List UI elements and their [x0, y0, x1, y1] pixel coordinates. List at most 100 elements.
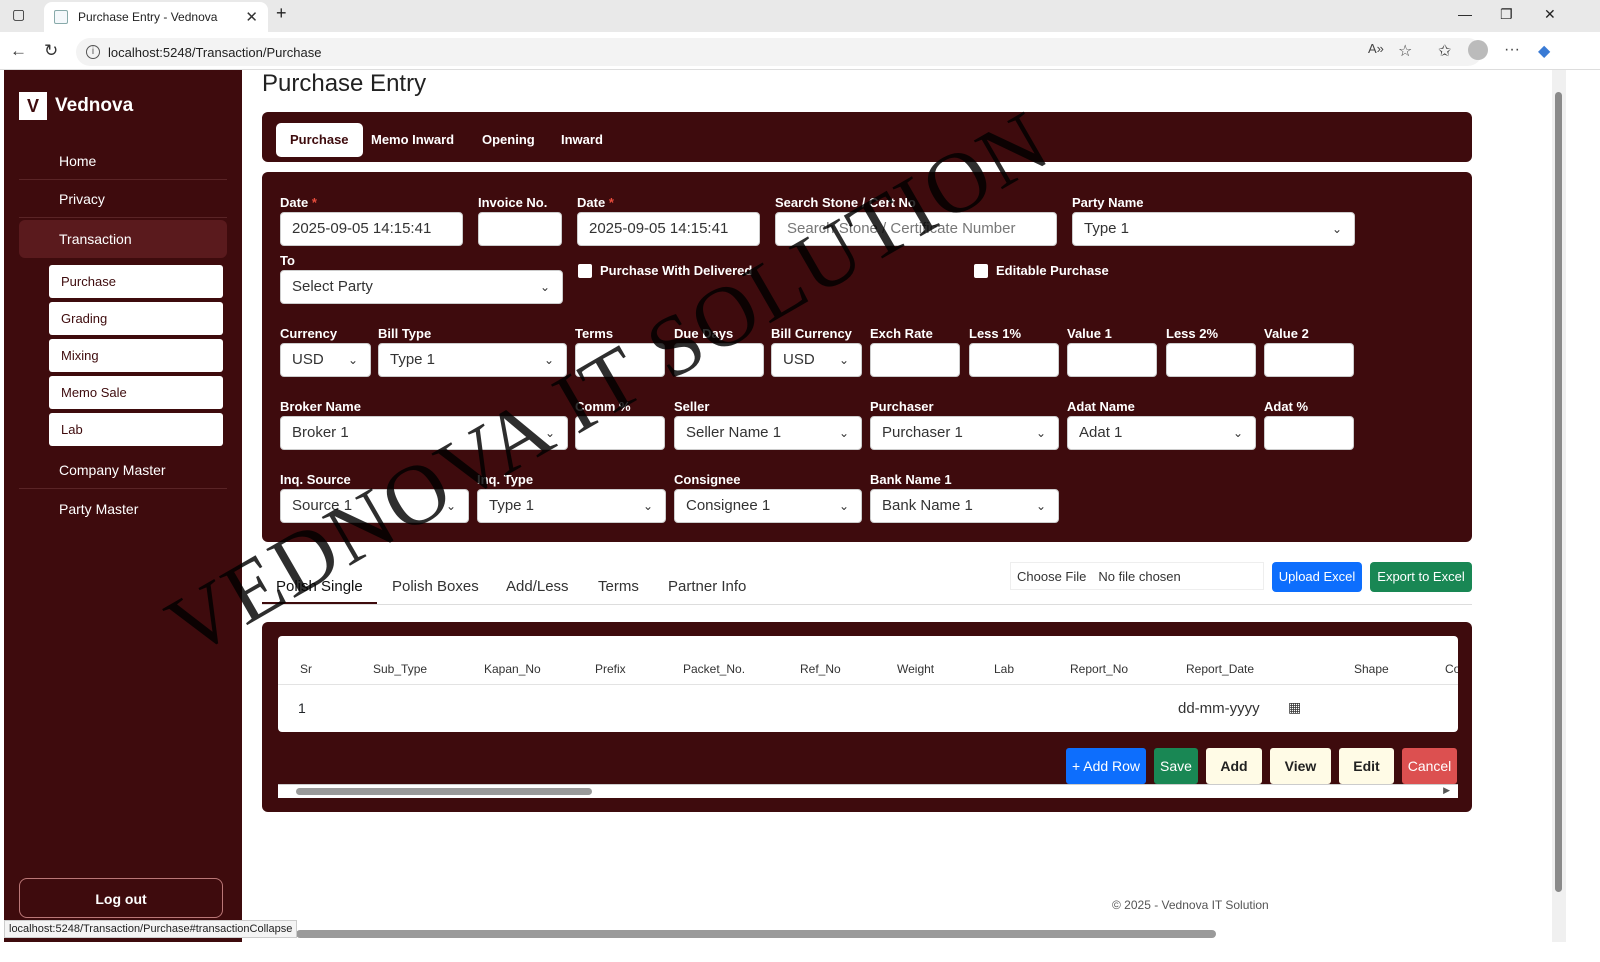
logout-button[interactable]: Log out [19, 878, 223, 918]
seller-select[interactable]: Seller Name 1 ⌄ [674, 416, 862, 450]
tab-opening[interactable]: Opening [468, 123, 549, 157]
profile-avatar[interactable] [1468, 40, 1488, 60]
tab-inward[interactable]: Inward [547, 123, 617, 157]
currency-select[interactable]: USD ⌄ [280, 343, 371, 377]
invoice-input[interactable] [478, 212, 562, 246]
tab-partner-info[interactable]: Partner Info [668, 578, 746, 595]
copilot-icon[interactable]: ◆ [1538, 41, 1550, 61]
consignee-select[interactable]: Consignee 1 ⌄ [674, 489, 862, 523]
broker-select[interactable]: Broker 1 ⌄ [280, 416, 568, 450]
date-input[interactable]: 2025-09-05 14:15:41 [280, 212, 463, 246]
inq-source-label: Inq. Source [280, 472, 351, 487]
export-excel-button[interactable]: Export to Excel [1370, 562, 1472, 592]
bank-select[interactable]: Bank Name 1 ⌄ [870, 489, 1059, 523]
value2-input[interactable] [1264, 343, 1354, 377]
close-tab-icon[interactable]: ✕ [245, 8, 258, 26]
back-icon[interactable]: ← [10, 41, 27, 61]
chevron-down-icon: ⌄ [544, 426, 555, 440]
browser-tab[interactable]: Purchase Entry - Vednova ✕ [44, 2, 268, 32]
inq-type-value: Type 1 [489, 497, 535, 514]
bill-currency-select[interactable]: USD ⌄ [771, 343, 862, 377]
sidebar-item-privacy[interactable]: Privacy [19, 180, 227, 218]
tab-actions-icon[interactable]: ▢ [12, 6, 25, 23]
terms-input[interactable] [575, 343, 665, 377]
less2-input[interactable] [1166, 343, 1256, 377]
sidebar-subitem-lab[interactable]: Lab [49, 413, 223, 446]
inq-source-select[interactable]: Source 1 ⌄ [280, 489, 469, 523]
sidebar-item-home[interactable]: Home [19, 142, 227, 180]
exch-rate-input[interactable] [870, 343, 960, 377]
upload-excel-button[interactable]: Upload Excel [1272, 562, 1362, 592]
sidebar-subitem-grading[interactable]: Grading [49, 302, 223, 335]
file-input[interactable]: Choose File No file chosen [1010, 562, 1264, 590]
tab-polish-boxes[interactable]: Polish Boxes [392, 578, 479, 595]
sidebar-item-transaction[interactable]: Transaction [19, 220, 227, 258]
required-mark: * [608, 195, 614, 210]
sidebar-subitem-mixing[interactable]: Mixing [49, 339, 223, 372]
bill-currency-label: Bill Currency [771, 326, 852, 341]
party-name-select[interactable]: Type 1 ⌄ [1072, 212, 1355, 246]
table-scroll-thumb[interactable] [296, 788, 592, 795]
less1-input[interactable] [969, 343, 1059, 377]
tab-memo-inward[interactable]: Memo Inward [357, 123, 468, 157]
more-icon[interactable]: ··· [1504, 41, 1520, 59]
restore-icon[interactable]: ❐ [1500, 6, 1513, 23]
broker-label: Broker Name [280, 399, 361, 414]
inq-type-select[interactable]: Type 1 ⌄ [477, 489, 666, 523]
close-window-icon[interactable]: ✕ [1544, 6, 1556, 23]
adat-pct-label: Adat % [1264, 399, 1309, 414]
purchase-delivered-checkbox[interactable] [578, 264, 592, 278]
site-info-icon[interactable]: i [86, 45, 100, 59]
edit-button[interactable]: Edit [1339, 748, 1394, 784]
date2-input[interactable]: 2025-09-05 14:15:41 [577, 212, 760, 246]
sidebar-subitem-memo-sale[interactable]: Memo Sale [49, 376, 223, 409]
new-tab-icon[interactable]: + [276, 3, 287, 24]
due-days-input[interactable] [674, 343, 764, 377]
add-button[interactable]: Add [1206, 748, 1262, 784]
purchaser-select[interactable]: Purchaser 1 ⌄ [870, 416, 1059, 450]
choose-file-button[interactable]: Choose File [1011, 569, 1098, 584]
brand[interactable]: V Vednova [19, 92, 133, 120]
add-row-button[interactable]: + Add Row [1066, 748, 1146, 784]
minimize-icon[interactable]: — [1458, 6, 1472, 22]
chevron-down-icon: ⌄ [1232, 426, 1243, 440]
sidebar-subitem-purchase[interactable]: Purchase [49, 265, 223, 298]
page-horizontal-scroll-thumb[interactable] [296, 930, 1216, 938]
refresh-icon[interactable]: ↻ [44, 41, 58, 61]
adat-pct-input[interactable] [1264, 416, 1354, 450]
adat-name-select[interactable]: Adat 1 ⌄ [1067, 416, 1256, 450]
table-horizontal-scrollbar[interactable]: ▶ [278, 784, 1458, 798]
consignee-value: Consignee 1 [686, 497, 771, 514]
report-date-input[interactable]: dd-mm-yyyy [1178, 700, 1260, 717]
adat-name-value: Adat 1 [1079, 424, 1123, 441]
chevron-down-icon: ⌄ [838, 499, 849, 513]
scroll-right-icon[interactable]: ▶ [1443, 785, 1450, 796]
to-party-select[interactable]: Select Party ⌄ [280, 270, 563, 304]
col-sub-type: Sub_Type [373, 662, 428, 676]
consignee-label: Consignee [674, 472, 741, 487]
tab-purchase[interactable]: Purchase [276, 123, 363, 157]
calendar-icon[interactable]: ▦ [1288, 699, 1301, 716]
date-label: Date * [280, 195, 317, 210]
tab-terms[interactable]: Terms [598, 578, 639, 595]
favorite-star-icon[interactable]: ☆ [1398, 41, 1412, 61]
sidebar-item-company-master[interactable]: Company Master [19, 451, 227, 489]
comm-input[interactable] [575, 416, 665, 450]
view-button[interactable]: View [1270, 748, 1331, 784]
to-label: To [280, 253, 295, 268]
read-aloud-icon[interactable]: A» [1368, 41, 1384, 56]
sidebar-item-party-master[interactable]: Party Master [19, 490, 227, 528]
page-scroll-thumb[interactable] [1555, 92, 1562, 892]
url-field[interactable]: i localhost:5248/Transaction/Purchase [76, 38, 1482, 66]
bill-type-select[interactable]: Type 1 ⌄ [378, 343, 567, 377]
tab-add-less[interactable]: Add/Less [506, 578, 569, 595]
editable-purchase-checkbox[interactable] [974, 264, 988, 278]
cancel-button[interactable]: Cancel [1402, 748, 1457, 784]
page-vertical-scrollbar[interactable] [1552, 70, 1566, 942]
favorites-icon[interactable]: ✩ [1438, 41, 1451, 61]
tab-polish-single[interactable]: Polish Single [262, 578, 377, 604]
search-stone-input[interactable]: Search Stone / Certificate Number [775, 212, 1057, 246]
chevron-down-icon: ⌄ [838, 353, 849, 367]
save-button[interactable]: Save [1154, 748, 1198, 784]
value1-input[interactable] [1067, 343, 1157, 377]
